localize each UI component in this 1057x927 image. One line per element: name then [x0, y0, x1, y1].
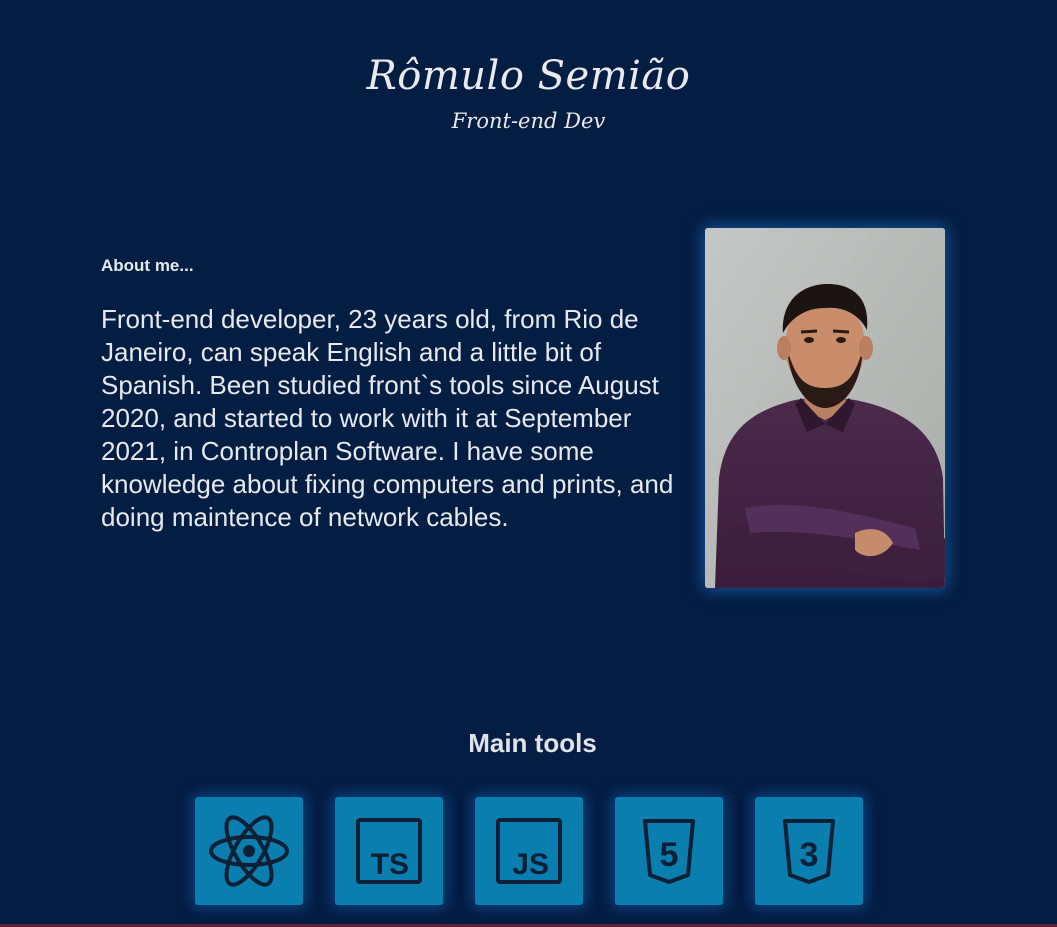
profile-photo-image	[705, 228, 945, 588]
css3-glyph: 3	[800, 836, 819, 874]
javascript-glyph: JS	[512, 848, 549, 881]
tool-react[interactable]	[195, 797, 303, 905]
author-name: Rômulo Semião	[366, 53, 691, 99]
html5-icon: 5	[643, 819, 695, 884]
react-icon	[209, 815, 289, 887]
page-header: Rômulo Semião Front-end Dev	[0, 48, 1057, 138]
about-text: Front-end developer, 23 years old, from …	[101, 304, 674, 532]
typescript-glyph: TS	[371, 848, 409, 881]
css3-icon: 3	[783, 819, 835, 884]
profile-photo	[705, 228, 945, 588]
about-heading: About me...	[101, 256, 194, 275]
typescript-icon: TS	[356, 818, 422, 884]
tools-heading: Main tools	[468, 728, 597, 758]
tool-javascript[interactable]: JS	[475, 797, 583, 905]
tool-css3[interactable]: 3	[755, 797, 863, 905]
tools-list: TS JS 5 3	[195, 797, 863, 905]
tool-html5[interactable]: 5	[615, 797, 723, 905]
tool-typescript[interactable]: TS	[335, 797, 443, 905]
javascript-icon: JS	[496, 818, 562, 884]
html5-glyph: 5	[660, 836, 679, 874]
author-role: Front-end Dev	[451, 109, 606, 133]
